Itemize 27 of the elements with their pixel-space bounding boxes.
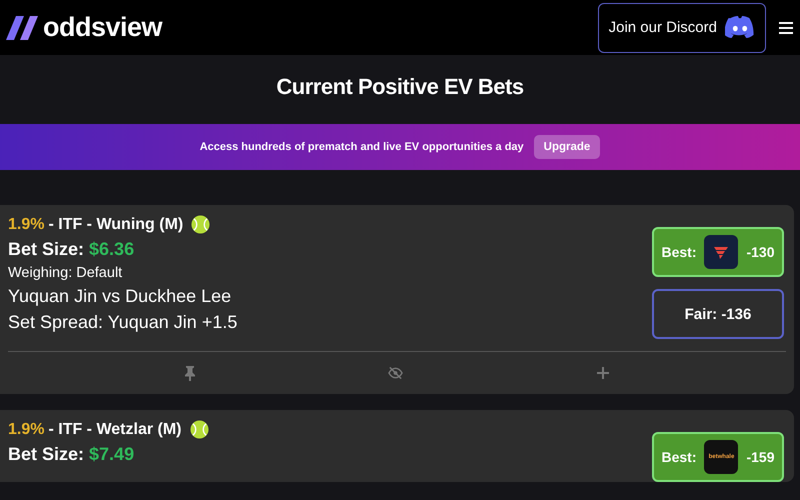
fair-odds-button[interactable]: Fair: -136	[652, 289, 784, 339]
sportsbook-logo-icon	[704, 235, 738, 269]
bet-size-value: $7.49	[89, 444, 134, 465]
best-odds-button[interactable]: Best: -130	[652, 227, 784, 277]
discord-button[interactable]: Join our Discord	[598, 2, 766, 52]
tennis-ball-icon	[191, 215, 210, 234]
brand-name[interactable]: oddsview	[43, 12, 162, 43]
bet-size-label: Bet Size:	[8, 444, 84, 465]
promo-text: Access hundreds of prematch and live EV opportunities a day	[200, 141, 524, 153]
plus-icon[interactable]	[596, 366, 610, 380]
matchup-text: Yuquan Jin vs Duckhee Lee	[8, 286, 232, 307]
event-name: - ITF - Wetzlar (M)	[48, 420, 182, 438]
ev-percent: 1.9%	[8, 216, 44, 234]
bet-size-value: $6.36	[89, 239, 134, 260]
hidden-eye-icon[interactable]	[388, 366, 404, 380]
pin-icon[interactable]	[184, 365, 196, 381]
event-name: - ITF - Wuning (M)	[48, 216, 184, 234]
page-title: Current Positive EV Bets	[275, 74, 525, 100]
upgrade-button[interactable]: Upgrade	[534, 135, 600, 159]
bet-size-label: Bet Size:	[8, 239, 84, 260]
menu-icon[interactable]	[778, 20, 794, 34]
tennis-ball-icon	[190, 420, 208, 439]
ev-percent: 1.9%	[8, 420, 44, 438]
weighing-text: Weighing: Default	[8, 265, 124, 281]
logo-icon	[6, 16, 40, 40]
controller-icon	[725, 16, 755, 39]
market-text: Set Spread: Yuquan Jin +1.5	[8, 312, 238, 333]
